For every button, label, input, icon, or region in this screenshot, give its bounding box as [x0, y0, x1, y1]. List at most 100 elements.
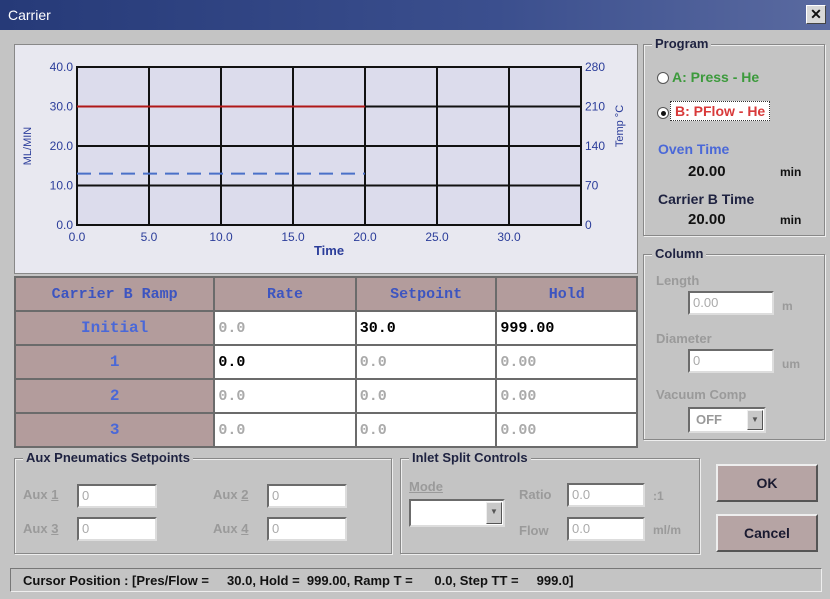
- program-option-b-label[interactable]: B: PFlow - He: [670, 101, 771, 121]
- length-unit: m: [782, 299, 793, 313]
- program-group: Program A: Press - He B: PFlow - He Oven…: [643, 36, 825, 236]
- aux-1-input[interactable]: 0: [77, 484, 157, 508]
- y-tick-label: 10.0: [50, 179, 74, 193]
- rate-cell[interactable]: 0.0: [213, 412, 357, 448]
- ramp-row-label: Initial: [13, 310, 216, 346]
- diameter-label: Diameter: [656, 331, 712, 346]
- aux-3-input[interactable]: 0: [77, 517, 157, 541]
- program-radio-a[interactable]: [657, 72, 669, 84]
- flow-label: Flow: [519, 523, 549, 538]
- ramp-header-rate: Rate: [213, 276, 357, 312]
- program-radio-b[interactable]: [657, 107, 669, 119]
- hold-cell[interactable]: 0.00: [495, 344, 638, 380]
- y-axis-title: ML/MIN: [22, 127, 34, 166]
- y-tick-label: 20.0: [50, 139, 74, 153]
- aux-1-label-num: 1: [51, 487, 59, 502]
- length-input[interactable]: 0.00: [688, 291, 774, 315]
- x-tick-label: 10.0: [209, 230, 233, 244]
- ramp-header-hold: Hold: [495, 276, 638, 312]
- setpoint-cell[interactable]: 0.0: [354, 378, 498, 414]
- aux-4-label-num: 4: [241, 521, 249, 536]
- cancel-button[interactable]: Cancel: [716, 514, 818, 552]
- inlet-split-group: Inlet Split Controls Mode ▼ Ratio 0.0 :1…: [400, 450, 700, 554]
- y2-tick-label: 0: [585, 218, 592, 232]
- flow-input[interactable]: 0.0: [567, 517, 645, 541]
- ramp-table-header-row: Carrier B Ramp Rate Setpoint Hold: [13, 276, 638, 312]
- aux-2-label-num: 2: [241, 487, 249, 502]
- setpoint-cell[interactable]: 30.0: [354, 310, 498, 346]
- aux-3-label-num: 3: [51, 521, 59, 536]
- chart-svg: 0.0 5.0 10.0 15.0 20.0 25.0 30.0 0.0 10.0 20.0 30.…: [22, 60, 626, 258]
- vacuum-comp-select[interactable]: OFF ▼: [688, 407, 766, 433]
- vacuum-comp-value: OFF: [696, 412, 722, 427]
- setpoint-cell[interactable]: 0.0: [354, 412, 498, 448]
- vacuum-comp-label: Vacuum Comp: [656, 387, 747, 402]
- x-tick-label: 25.0: [425, 230, 449, 244]
- aux-3-label-text: Aux: [23, 521, 48, 536]
- ramp-row-label: 2: [13, 378, 216, 414]
- rate-cell[interactable]: 0.0: [213, 344, 357, 380]
- ramp-header-label: Carrier B Ramp: [13, 276, 216, 312]
- table-row: Initial 0.0 30.0 999.00: [13, 310, 638, 346]
- ramp-table: Carrier B Ramp Rate Setpoint Hold Initia…: [13, 276, 638, 448]
- hold-cell[interactable]: 0.00: [495, 412, 638, 448]
- table-row: 1 0.0 0.0 0.00: [13, 344, 638, 380]
- x-tick-label: 0.0: [69, 230, 86, 244]
- y2-tick-label: 210: [585, 100, 605, 114]
- ramp-header-setpoint: Setpoint: [354, 276, 498, 312]
- x-tick-label: 20.0: [353, 230, 377, 244]
- x-tick-label: 5.0: [141, 230, 158, 244]
- hold-cell[interactable]: 0.00: [495, 378, 638, 414]
- program-option-a-label[interactable]: A: Press - He: [672, 69, 759, 85]
- ok-button[interactable]: OK: [716, 464, 818, 502]
- y2-tick-label: 70: [585, 179, 599, 193]
- setpoint-cell[interactable]: 0.0: [354, 344, 498, 380]
- mode-label: Mode: [409, 479, 443, 494]
- chevron-down-icon[interactable]: ▼: [747, 410, 763, 430]
- x-axis-title: Time: [314, 243, 344, 258]
- aux-3-label: Aux 3: [23, 521, 58, 536]
- table-row: 2 0.0 0.0 0.00: [13, 378, 638, 414]
- flow-unit: ml/m: [653, 523, 682, 537]
- carrier-b-time-value: 20.00: [688, 211, 726, 228]
- ramp-row-label: 3: [13, 412, 216, 448]
- close-icon[interactable]: ✕: [806, 5, 826, 24]
- oven-time-label: Oven Time: [658, 141, 730, 157]
- title-bar: Carrier ✕: [0, 0, 830, 30]
- aux-pneumatics-group: Aux Pneumatics Setpoints Aux 1 0 Aux 2 0…: [14, 450, 392, 554]
- x-tick-label: 15.0: [281, 230, 305, 244]
- oven-time-unit: min: [780, 165, 802, 179]
- aux-4-input[interactable]: 0: [267, 517, 347, 541]
- ramp-row-label: 1: [13, 344, 216, 380]
- aux-4-label: Aux 4: [213, 521, 248, 536]
- inlet-split-group-title: Inlet Split Controls: [409, 450, 531, 465]
- aux-2-label: Aux 2: [213, 487, 248, 502]
- carrier-b-time-label: Carrier B Time: [658, 191, 755, 207]
- rate-cell[interactable]: 0.0: [213, 378, 357, 414]
- aux-4-label-text: Aux: [213, 521, 238, 536]
- length-label: Length: [656, 273, 700, 288]
- rate-cell[interactable]: 0.0: [213, 310, 357, 346]
- table-row: 3 0.0 0.0 0.00: [13, 412, 638, 448]
- ratio-input[interactable]: 0.0: [567, 483, 645, 507]
- y-tick-label: 30.0: [50, 100, 74, 114]
- chart-panel: 0.0 5.0 10.0 15.0 20.0 25.0 30.0 0.0 10.0 20.0 30.…: [14, 44, 638, 274]
- chevron-down-icon[interactable]: ▼: [486, 502, 502, 524]
- aux-2-label-text: Aux: [213, 487, 238, 502]
- column-group: Column Length 0.00 m Diameter 0 um Vacuu…: [643, 246, 825, 440]
- window-title: Carrier: [8, 7, 51, 23]
- carrier-b-time-unit: min: [780, 213, 802, 227]
- ratio-unit: :1: [653, 489, 664, 503]
- aux-group-title: Aux Pneumatics Setpoints: [23, 450, 193, 465]
- column-group-title: Column: [652, 246, 707, 261]
- diameter-input[interactable]: 0: [688, 349, 774, 373]
- mode-select[interactable]: ▼: [409, 499, 505, 527]
- y2-axis-title: Temp °C: [614, 105, 626, 147]
- aux-1-label: Aux 1: [23, 487, 58, 502]
- aux-2-input[interactable]: 0: [267, 484, 347, 508]
- diameter-unit: um: [782, 357, 800, 371]
- ratio-label: Ratio: [519, 487, 552, 502]
- hold-cell[interactable]: 999.00: [495, 310, 638, 346]
- oven-time-value: 20.00: [688, 163, 726, 180]
- aux-1-label-text: Aux: [23, 487, 48, 502]
